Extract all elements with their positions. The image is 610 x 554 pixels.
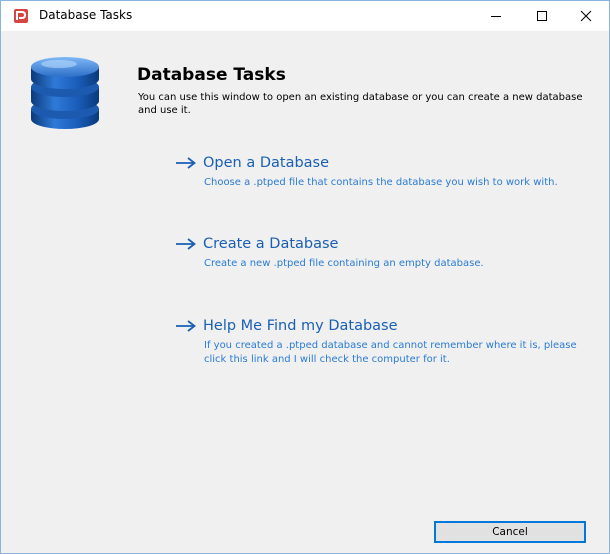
open-database-title[interactable]: Open a Database — [203, 155, 329, 171]
open-database-description: Choose a .ptped file that contains the d… — [204, 177, 558, 188]
right-arrow-icon — [176, 157, 196, 169]
cancel-button-label: Cancel — [492, 526, 528, 538]
database-icon — [31, 57, 99, 129]
find-database-description: If you created a .ptped database and can… — [204, 340, 577, 365]
minimize-button[interactable] — [473, 1, 519, 31]
maximize-button[interactable] — [519, 1, 565, 31]
app-logo-icon — [14, 9, 28, 23]
find-database-link[interactable]: Help Me Find my Database If you created … — [175, 314, 595, 367]
database-tasks-window: Database Tasks Database Tasks You can us… — [0, 0, 610, 554]
create-database-description: Create a new .ptped file containing an e… — [204, 258, 484, 269]
window-title: Database Tasks — [39, 8, 133, 22]
find-database-title[interactable]: Help Me Find my Database — [203, 318, 398, 334]
minimize-icon — [491, 16, 501, 17]
title-bar[interactable]: Database Tasks — [1, 1, 609, 31]
close-icon — [580, 10, 592, 22]
maximize-icon — [537, 11, 547, 21]
right-arrow-icon — [176, 320, 196, 332]
right-arrow-icon — [176, 238, 196, 250]
cancel-button[interactable]: Cancel — [434, 521, 586, 543]
close-button[interactable] — [563, 1, 609, 31]
create-database-title[interactable]: Create a Database — [203, 236, 338, 252]
page-title: Database Tasks — [137, 65, 286, 85]
create-database-link[interactable]: Create a Database Create a new .ptped fi… — [175, 232, 595, 271]
open-database-link[interactable]: Open a Database Choose a .ptped file tha… — [175, 151, 595, 190]
page-description: You can use this window to open an exist… — [138, 92, 583, 116]
